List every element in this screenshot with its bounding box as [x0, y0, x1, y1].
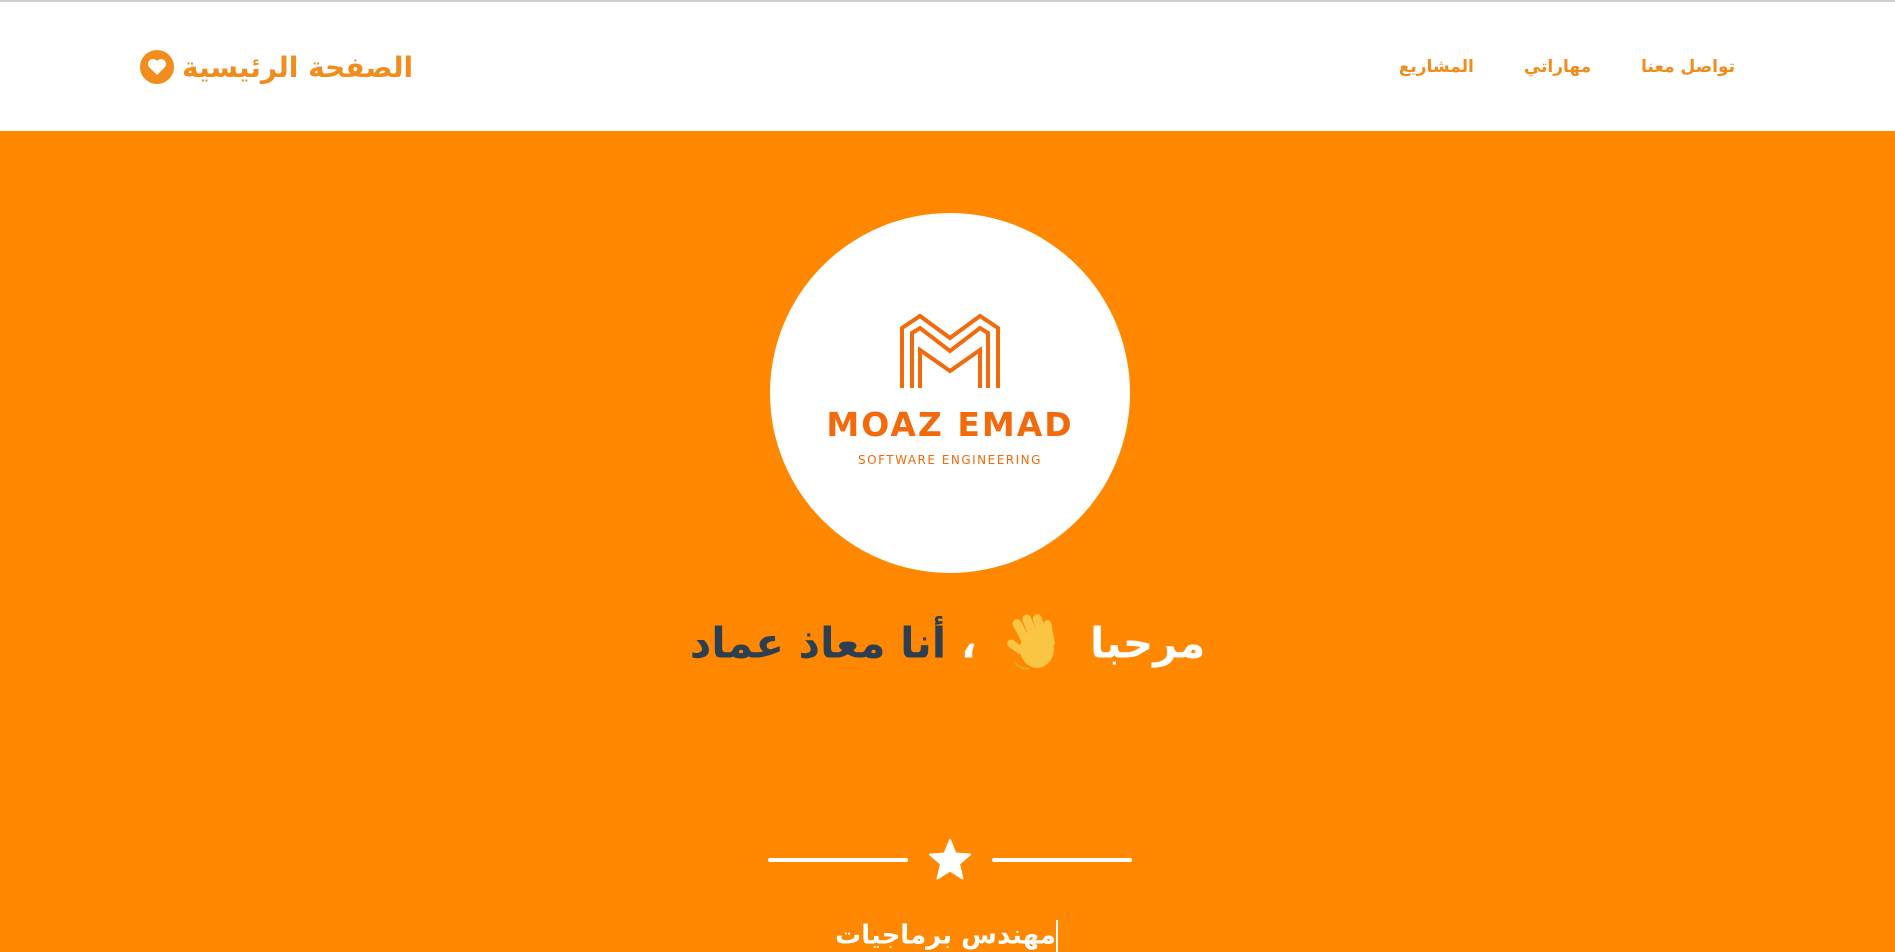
m-monogram-logo	[900, 313, 1000, 388]
greeting-heading: مرحبا ، أنا معاذ عماد	[0, 609, 1895, 683]
greeting-name: أنا معاذ عماد	[689, 618, 947, 668]
star-icon	[929, 839, 971, 880]
nav-projects-link[interactable]: المشاريع	[1399, 57, 1474, 77]
nav-links: تواصل معنا مهاراتي المشاريع	[1399, 57, 1735, 77]
brand-link[interactable]: الصفحة الرئيسية	[140, 50, 413, 84]
hero-section: MOAZ EMAD SOFTWARE ENGINEERING مرحبا ، أ…	[0, 131, 1895, 952]
navbar: الصفحة الرئيسية تواصل معنا مهاراتي المشا…	[0, 2, 1895, 131]
role-text-container: مهندس برماجيات	[0, 920, 1895, 952]
heart-icon	[140, 50, 174, 84]
brand-label: الصفحة الرئيسية	[182, 50, 414, 84]
profile-avatar: MOAZ EMAD SOFTWARE ENGINEERING	[770, 213, 1130, 573]
divider-line-left	[768, 858, 908, 862]
logo-title: MOAZ EMAD	[826, 405, 1073, 444]
role-text: مهندس برماجيات	[835, 920, 1056, 951]
greeting-separator: ،	[946, 618, 977, 668]
nav-skills-link[interactable]: مهاراتي	[1524, 57, 1591, 77]
logo-subtitle: SOFTWARE ENGINEERING	[858, 453, 1042, 467]
divider	[768, 838, 1132, 882]
greeting-prefix: مرحبا	[1089, 618, 1206, 668]
divider-line-right	[992, 858, 1132, 862]
typing-cursor	[1055, 920, 1058, 952]
waving-hand-icon	[1001, 609, 1065, 683]
nav-contact-link[interactable]: تواصل معنا	[1641, 57, 1735, 77]
